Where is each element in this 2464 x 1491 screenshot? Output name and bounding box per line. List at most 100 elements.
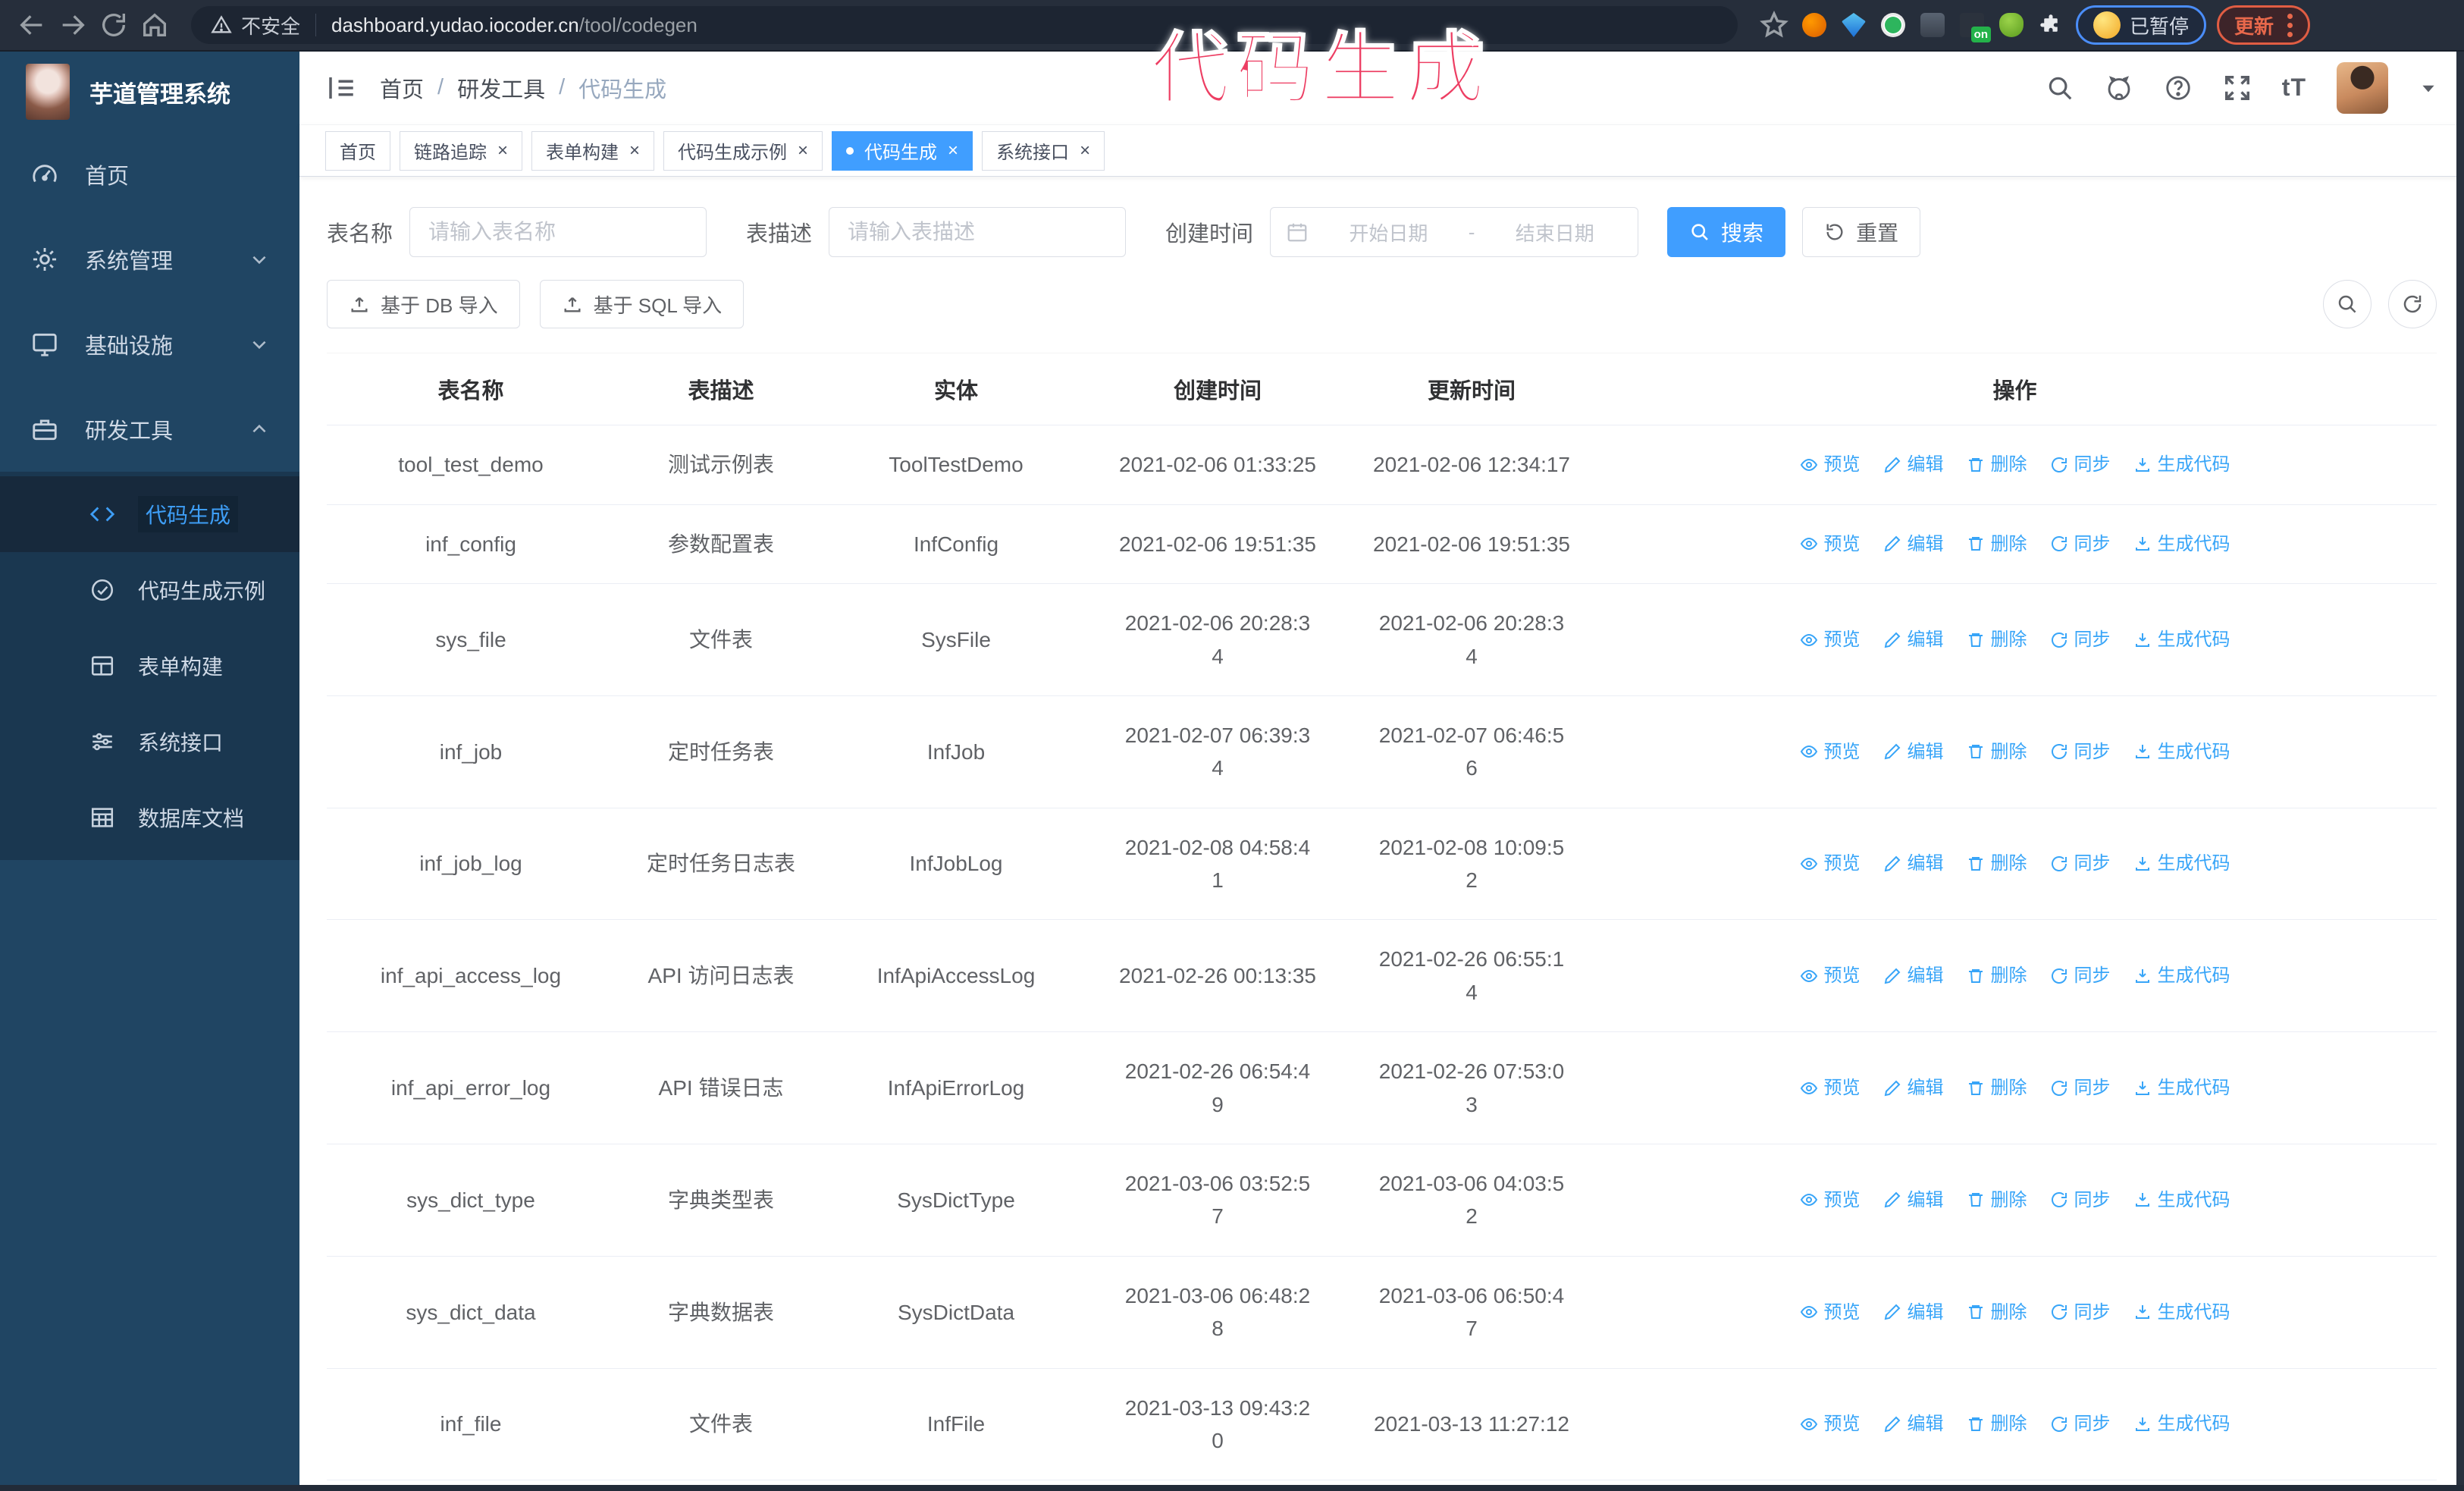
reset-button[interactable]: 重置 xyxy=(1802,207,1921,258)
user-caret-down-icon[interactable] xyxy=(2419,78,2438,98)
edit-link[interactable]: 编辑 xyxy=(1883,738,1944,766)
date-range-picker[interactable]: 开始日期 - 结束日期 xyxy=(1270,207,1639,258)
generate-code-link[interactable]: 生成代码 xyxy=(2133,849,2230,877)
sync-link[interactable]: 同步 xyxy=(2050,1298,2111,1326)
delete-link[interactable]: 删除 xyxy=(1967,1186,2027,1214)
github-icon[interactable] xyxy=(2105,74,2133,102)
sidebar-item-form-builder[interactable]: 表单构建 xyxy=(0,628,299,704)
edit-link[interactable]: 编辑 xyxy=(1883,530,1944,558)
tab-2[interactable]: 链路追踪 × xyxy=(400,130,523,171)
sidebar-item-system-api[interactable]: 系统接口 xyxy=(0,704,299,780)
preview-link[interactable]: 预览 xyxy=(1800,738,1861,766)
address-bar[interactable]: 不安全 dashboard.yudao.iocoder.cn/tool/code… xyxy=(191,6,1738,44)
start-date-placeholder[interactable]: 开始日期 xyxy=(1321,218,1456,246)
delete-link[interactable]: 删除 xyxy=(1967,1410,2027,1438)
profile-paused-chip[interactable]: 已暂停 xyxy=(2076,5,2207,45)
sidebar-item-codegen-example[interactable]: 代码生成示例 xyxy=(0,552,299,628)
user-avatar[interactable] xyxy=(2337,61,2388,114)
end-date-placeholder[interactable]: 结束日期 xyxy=(1487,218,1622,246)
help-icon[interactable] xyxy=(2164,74,2193,102)
generate-code-link[interactable]: 生成代码 xyxy=(2133,1074,2230,1102)
generate-code-link[interactable]: 生成代码 xyxy=(2133,962,2230,990)
generate-code-link[interactable]: 生成代码 xyxy=(2133,450,2230,479)
generate-code-link[interactable]: 生成代码 xyxy=(2133,738,2230,766)
tab-3[interactable]: 表单构建 × xyxy=(531,130,655,171)
preview-link[interactable]: 预览 xyxy=(1800,626,1861,654)
delete-link[interactable]: 删除 xyxy=(1967,450,2027,479)
preview-link[interactable]: 预览 xyxy=(1800,962,1861,990)
delete-link[interactable]: 删除 xyxy=(1967,530,2027,558)
app-logo[interactable]: 芋道管理系统 xyxy=(0,52,299,132)
generate-code-link[interactable]: 生成代码 xyxy=(2133,530,2230,558)
table-desc-input[interactable] xyxy=(829,207,1127,258)
delete-link[interactable]: 删除 xyxy=(1967,1298,2027,1326)
close-icon[interactable]: × xyxy=(629,141,640,160)
toggle-search-button[interactable] xyxy=(2323,280,2372,329)
delete-link[interactable]: 删除 xyxy=(1967,962,2027,990)
sidebar-item-home[interactable]: 首页 xyxy=(0,132,299,217)
security-warning[interactable]: 不安全 xyxy=(211,11,300,39)
text-size-icon[interactable]: tT xyxy=(2282,74,2306,102)
delete-link[interactable]: 删除 xyxy=(1967,626,2027,654)
close-icon[interactable]: × xyxy=(1080,141,1090,160)
refresh-table-button[interactable] xyxy=(2388,280,2437,329)
delete-link[interactable]: 删除 xyxy=(1967,738,2027,766)
browser-update-button[interactable]: 更新 xyxy=(2217,5,2311,45)
browser-home-icon[interactable] xyxy=(140,10,170,40)
sidebar-item-infra[interactable]: 基础设施 xyxy=(0,302,299,387)
preview-link[interactable]: 预览 xyxy=(1800,1186,1861,1214)
edit-link[interactable]: 编辑 xyxy=(1883,849,1944,877)
tab-1[interactable]: 首页 xyxy=(325,130,390,171)
sidebar-item-db-doc[interactable]: 数据库文档 xyxy=(0,780,299,855)
sync-link[interactable]: 同步 xyxy=(2050,1074,2111,1102)
edit-link[interactable]: 编辑 xyxy=(1883,1298,1944,1326)
bookmark-star-icon[interactable] xyxy=(1759,10,1789,40)
generate-code-link[interactable]: 生成代码 xyxy=(2133,1186,2230,1214)
preview-link[interactable]: 预览 xyxy=(1800,1298,1861,1326)
extension-orange-icon[interactable] xyxy=(1800,11,1829,39)
preview-link[interactable]: 预览 xyxy=(1800,450,1861,479)
sync-link[interactable]: 同步 xyxy=(2050,962,2111,990)
extension-blue-gem-icon[interactable] xyxy=(1839,11,1868,39)
extension-green-alien-icon[interactable] xyxy=(1997,11,2026,39)
edit-link[interactable]: 编辑 xyxy=(1883,1074,1944,1102)
delete-link[interactable]: 删除 xyxy=(1967,849,2027,877)
close-icon[interactable]: × xyxy=(497,141,508,160)
preview-link[interactable]: 预览 xyxy=(1800,530,1861,558)
generate-code-link[interactable]: 生成代码 xyxy=(2133,1410,2230,1438)
extension-green-check-icon[interactable] xyxy=(1879,11,1908,39)
browser-forward-icon[interactable] xyxy=(58,10,88,40)
sync-link[interactable]: 同步 xyxy=(2050,849,2111,877)
window-scrollbar[interactable] xyxy=(2456,52,2464,1491)
sidebar-toggle-icon[interactable] xyxy=(325,72,357,104)
sync-link[interactable]: 同步 xyxy=(2050,1186,2111,1214)
extensions-puzzle-icon[interactable] xyxy=(2036,11,2065,39)
sidebar-item-devtools[interactable]: 研发工具 xyxy=(0,387,299,472)
edit-link[interactable]: 编辑 xyxy=(1883,626,1944,654)
preview-link[interactable]: 预览 xyxy=(1800,1074,1861,1102)
sidebar-item-codegen[interactable]: 代码生成 xyxy=(0,476,299,552)
generate-code-link[interactable]: 生成代码 xyxy=(2133,626,2230,654)
url-text[interactable]: dashboard.yudao.iocoder.cn/tool/codegen xyxy=(331,14,698,37)
sql-import-button[interactable]: 基于 SQL 导入 xyxy=(539,280,745,329)
db-import-button[interactable]: 基于 DB 导入 xyxy=(327,280,520,329)
sync-link[interactable]: 同步 xyxy=(2050,530,2111,558)
breadcrumb-devtools[interactable]: 研发工具 xyxy=(457,72,545,104)
table-name-input[interactable] xyxy=(409,207,707,258)
generate-code-link[interactable]: 生成代码 xyxy=(2133,1298,2230,1326)
tab-5[interactable]: 代码生成 × xyxy=(832,130,973,171)
sync-link[interactable]: 同步 xyxy=(2050,450,2111,479)
tab-6[interactable]: 系统接口 × xyxy=(982,130,1105,171)
browser-menu-icon[interactable] xyxy=(2287,13,2293,37)
browser-reload-icon[interactable] xyxy=(99,10,129,40)
fullscreen-icon[interactable] xyxy=(2223,74,2252,102)
extension-grid-icon[interactable] xyxy=(1918,11,1947,39)
extension-dark-on-icon[interactable]: on xyxy=(1958,11,1991,42)
close-icon[interactable]: × xyxy=(948,141,958,160)
delete-link[interactable]: 删除 xyxy=(1967,1074,2027,1102)
sidebar-item-system[interactable]: 系统管理 xyxy=(0,217,299,302)
sync-link[interactable]: 同步 xyxy=(2050,1410,2111,1438)
edit-link[interactable]: 编辑 xyxy=(1883,962,1944,990)
tab-4[interactable]: 代码生成示例 × xyxy=(663,130,823,171)
sync-link[interactable]: 同步 xyxy=(2050,626,2111,654)
